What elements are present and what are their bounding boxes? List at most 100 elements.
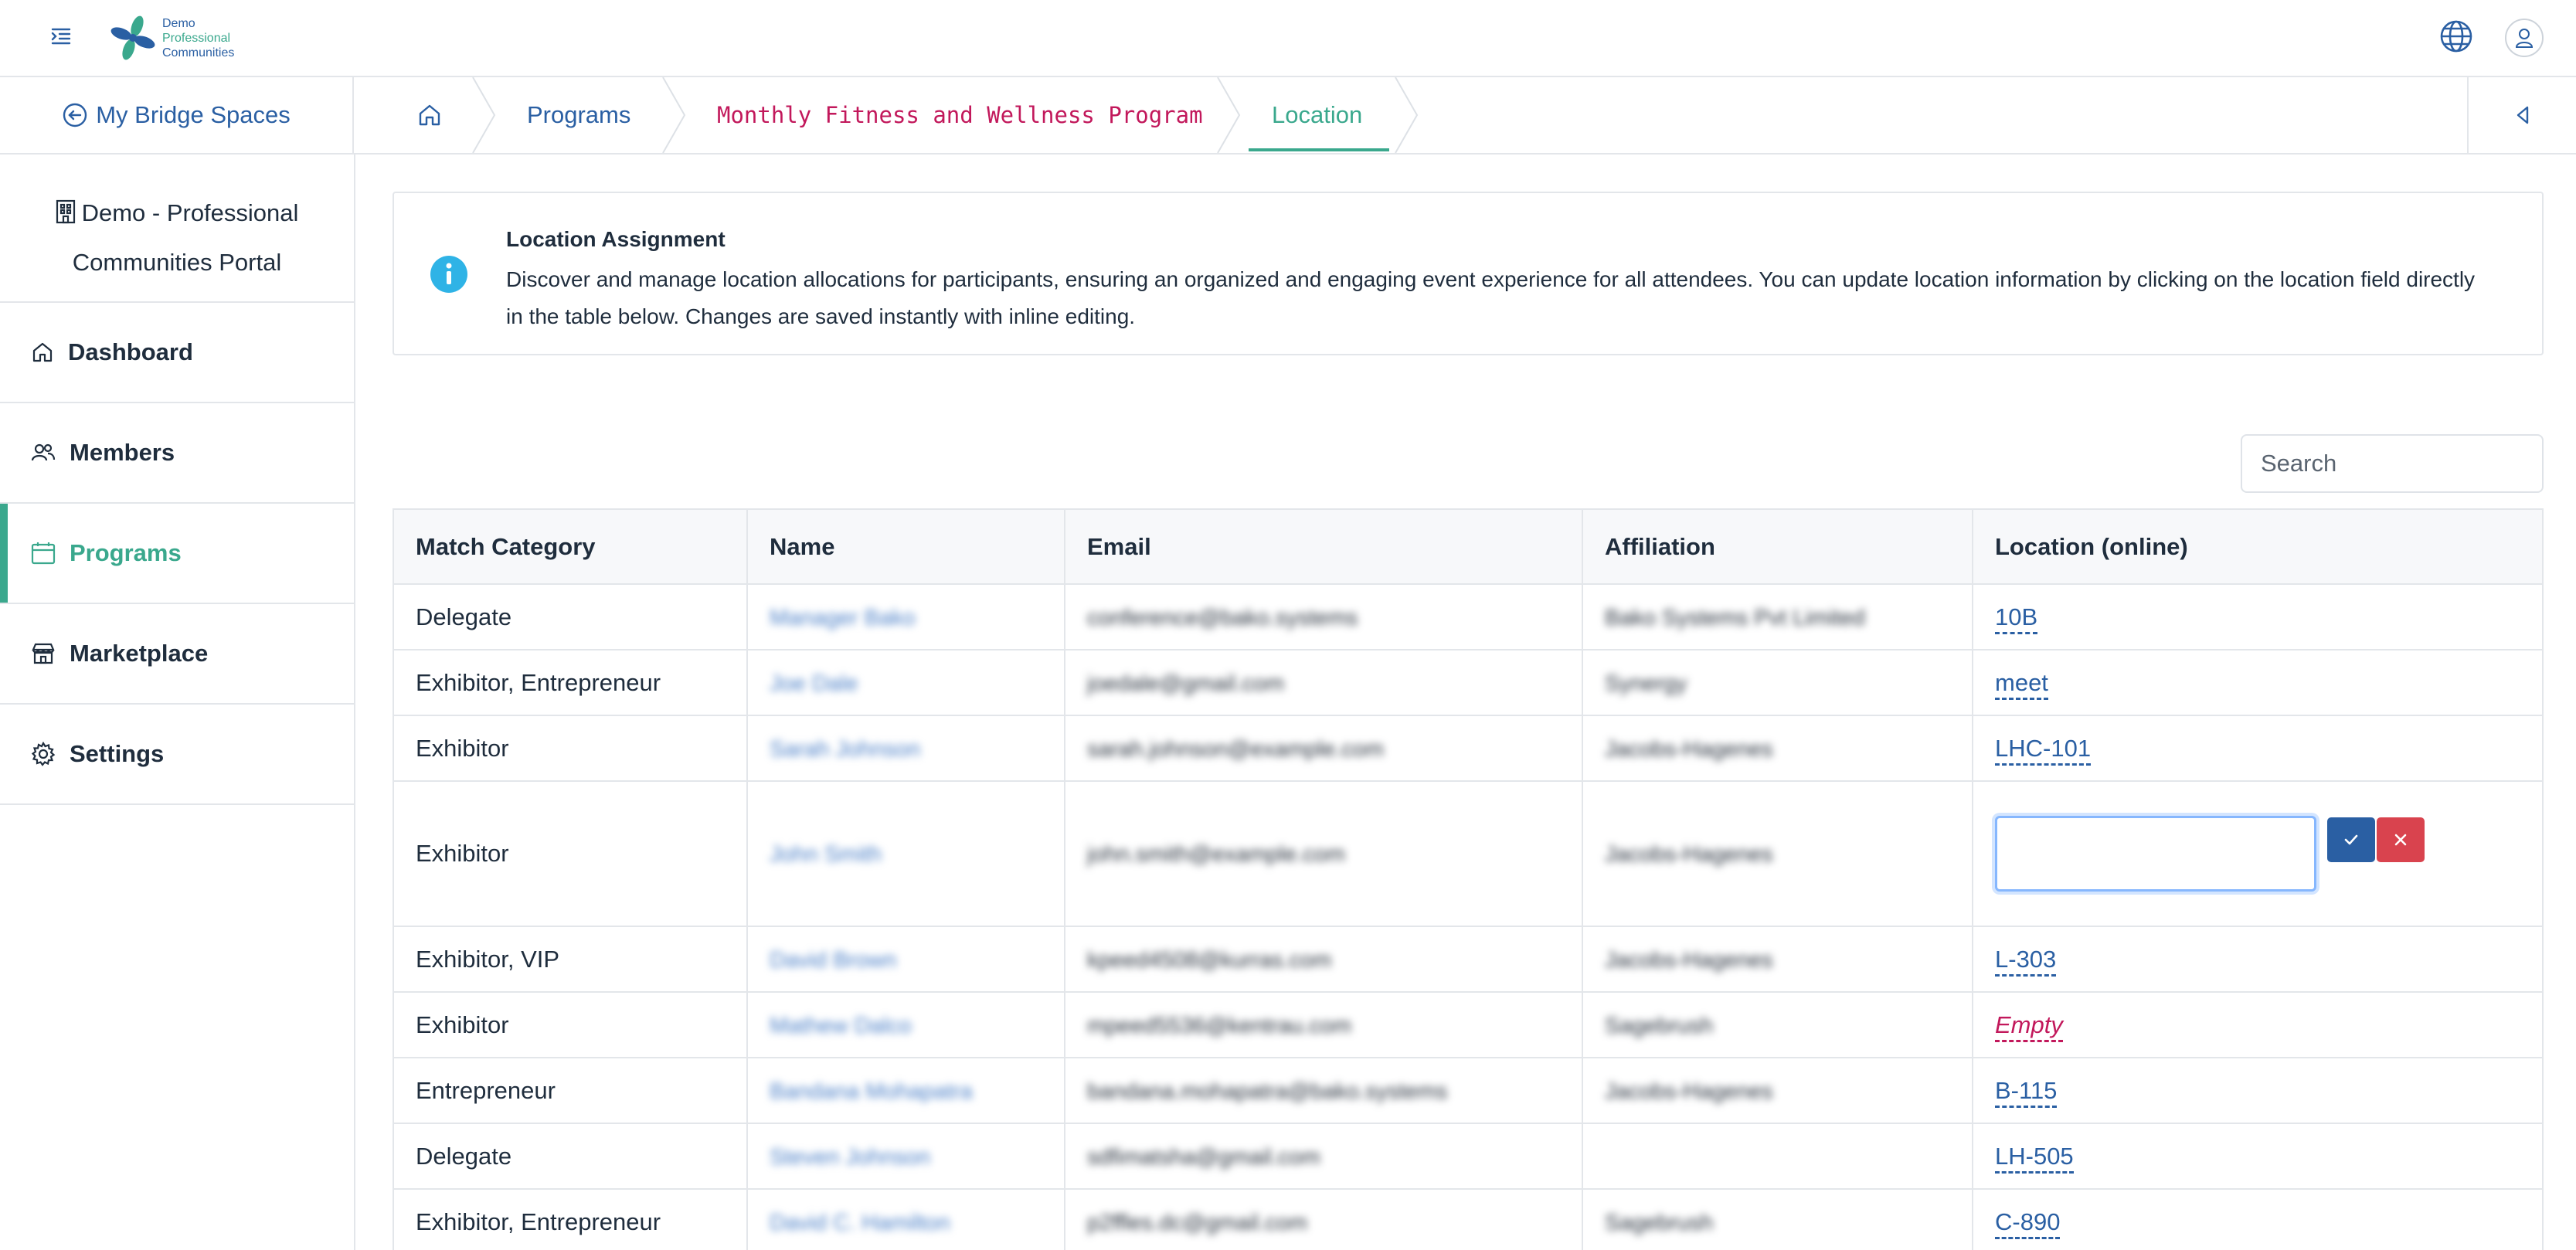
info-box: Location Assignment Discover and manage … [393, 192, 2544, 355]
participant-name-link[interactable]: Manager Bako [770, 606, 916, 630]
participant-name-link[interactable]: Steven Johnson [770, 1145, 930, 1170]
participant-affiliation: Sagebrush [1605, 1210, 1714, 1235]
my-bridge-spaces-link[interactable]: My Bridge Spaces [0, 77, 354, 153]
cell-email: kpeed4508@kurras.com [1065, 926, 1583, 993]
cell-affiliation: Bako Systems Pvt Limited [1582, 584, 1973, 650]
cell-match-category: Entrepreneur [394, 1058, 748, 1124]
participant-affiliation: Synergy [1605, 671, 1687, 696]
participant-name-link[interactable]: David C. Hamilton [770, 1211, 950, 1235]
my-bridge-spaces-label: My Bridge Spaces [96, 101, 291, 128]
logo-mark-icon [110, 15, 155, 60]
participant-email: bandana.mohapatra@bako.systems [1087, 1078, 1448, 1104]
user-icon[interactable] [2505, 19, 2544, 57]
info-body: Discover and manage location allocations… [506, 267, 2476, 328]
breadcrumb-programs[interactable]: Programs [527, 77, 630, 153]
cell-affiliation: Sagebrush [1582, 1189, 1973, 1250]
location-edit-input[interactable] [1995, 816, 2316, 892]
cell-match-category: Exhibitor, Entrepreneur [394, 650, 748, 716]
location-link[interactable]: B-115 [1995, 1076, 2058, 1108]
location-link[interactable]: C-890 [1995, 1208, 2061, 1239]
search-input[interactable] [2241, 434, 2544, 493]
portal-title-line2: Communities Portal [72, 249, 282, 276]
sidebar-item-label: Settings [70, 740, 165, 767]
sidebar-item-programs[interactable]: Programs [0, 504, 354, 604]
participant-affiliation: Jacobs-Hagenes [1605, 947, 1773, 973]
participant-email: sarah.johnson@example.com [1087, 736, 1385, 762]
cell-location: 10B [1973, 584, 2542, 650]
cell-name: David Brown [747, 926, 1065, 993]
cell-match-category: Exhibitor [394, 781, 748, 927]
cell-name: Mathew Dalco [747, 992, 1065, 1058]
participant-email: conference@bako.systems [1087, 605, 1358, 630]
building-icon [56, 199, 75, 224]
cell-location: Empty [1973, 992, 2542, 1058]
column-header-location[interactable]: Location (online) [1973, 510, 2542, 585]
cell-affiliation: Jacobs-Hagenes [1582, 926, 1973, 993]
participant-name-link[interactable]: Joe Dale [770, 671, 858, 696]
back-circle-icon [63, 103, 87, 127]
cell-email: sdfimatsha@gmail.com [1065, 1123, 1583, 1190]
column-header-match-category[interactable]: Match Category [394, 510, 748, 585]
table-row: Exhibitor John Smith john.smith@example.… [394, 781, 2542, 927]
sidebar-item-label: Dashboard [68, 338, 193, 365]
cell-name: Sarah Johnson [747, 715, 1065, 782]
cell-email: conference@bako.systems [1065, 584, 1583, 650]
sidebar-item-marketplace[interactable]: Marketplace [0, 604, 354, 705]
participant-affiliation: Sagebrush [1605, 1013, 1714, 1038]
breadcrumb-location[interactable]: Location [1272, 77, 1362, 153]
calendar-icon [31, 542, 56, 565]
breadcrumb-home[interactable] [417, 77, 448, 153]
sidebar-item-label: Programs [70, 539, 182, 566]
sidebar-item-dashboard[interactable]: Dashboard [0, 303, 354, 403]
cancel-edit-button[interactable] [2377, 817, 2425, 862]
confirm-edit-button[interactable] [2327, 817, 2375, 862]
participant-name-link[interactable]: Sarah Johnson [770, 737, 920, 762]
breadcrumb: Programs Monthly Fitness and Wellness Pr… [355, 77, 2287, 153]
cell-match-category: Exhibitor, VIP [394, 926, 748, 993]
participant-name-link[interactable]: Bandana Mohapatra [770, 1079, 973, 1104]
location-link[interactable]: LHC-101 [1995, 734, 2092, 766]
cell-affiliation: Jacobs-Hagenes [1582, 715, 1973, 782]
table-row: Delegate Steven Johnson sdfimatsha@gmail… [394, 1123, 2542, 1190]
participant-email: sdfimatsha@gmail.com [1087, 1144, 1320, 1170]
indent-menu-icon[interactable] [49, 25, 73, 48]
table-row: Exhibitor Sarah Johnson sarah.johnson@ex… [394, 715, 2542, 782]
breadcrumb-program[interactable]: Monthly Fitness and Wellness Program [717, 77, 1203, 153]
cell-match-category: Delegate [394, 584, 748, 650]
check-icon [2344, 834, 2358, 845]
table-row: Exhibitor, Entrepreneur Joe Dale joedale… [394, 650, 2542, 716]
column-header-email[interactable]: Email [1065, 510, 1583, 585]
location-link[interactable]: 10B [1995, 603, 2038, 634]
portal-title: Demo - Professional Communities Portal [0, 155, 354, 303]
participant-affiliation: Jacobs-Hagenes [1605, 1078, 1773, 1104]
cell-email: sarah.johnson@example.com [1065, 715, 1583, 782]
participant-name-link[interactable]: Mathew Dalco [770, 1014, 912, 1038]
logo[interactable]: Demo Professional Communities [107, 11, 234, 65]
location-link[interactable]: meet [1995, 668, 2048, 700]
participant-name-link[interactable]: John Smith [770, 842, 882, 867]
column-header-affiliation[interactable]: Affiliation [1582, 510, 1973, 585]
location-link[interactable]: LH-505 [1995, 1142, 2074, 1174]
close-icon [2394, 834, 2407, 846]
table-row: Entrepreneur Bandana Mohapatra bandana.m… [394, 1058, 2542, 1124]
table-row: Delegate Manager Bako conference@bako.sy… [394, 584, 2542, 650]
location-empty-link[interactable]: Empty [1995, 1011, 2063, 1042]
cell-name: Bandana Mohapatra [747, 1058, 1065, 1124]
collapse-panel-button[interactable] [2467, 77, 2576, 153]
globe-icon[interactable] [2438, 19, 2474, 54]
participant-name-link[interactable]: David Brown [770, 948, 896, 973]
users-icon [31, 443, 56, 461]
top-bar: Demo Professional Communities [0, 0, 2576, 77]
sidebar-item-label: Marketplace [70, 640, 209, 667]
cell-email: p2ffles.dc@gmail.com [1065, 1189, 1583, 1250]
location-link[interactable]: L-303 [1995, 945, 2057, 977]
cell-match-category: Exhibitor [394, 992, 748, 1058]
cell-location [1973, 781, 2542, 927]
column-header-name[interactable]: Name [747, 510, 1065, 585]
participant-affiliation: Bako Systems Pvt Limited [1605, 605, 1865, 630]
cell-location: meet [1973, 650, 2542, 716]
sidebar-item-members[interactable]: Members [0, 403, 354, 504]
sidebar-item-settings[interactable]: Settings [0, 705, 354, 805]
table-row: Exhibitor Mathew Dalco mpeed5536@kentrau… [394, 992, 2542, 1058]
cell-location: C-890 [1973, 1189, 2542, 1250]
